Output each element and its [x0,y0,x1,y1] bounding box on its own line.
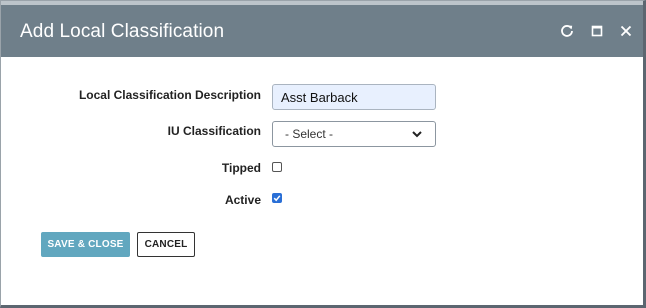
maximize-icon[interactable] [588,22,606,40]
active-checkbox[interactable] [272,193,282,203]
dialog-titlebar: Add Local Classification [1,1,643,57]
description-input[interactable] [272,84,436,110]
tipped-checkbox[interactable] [272,162,282,172]
cancel-button[interactable]: CANCEL [137,232,195,257]
iu-classification-label: IU Classification [167,124,261,138]
chevron-down-icon [412,131,422,138]
save-close-button[interactable]: SAVE & CLOSE [41,232,130,257]
iu-classification-select[interactable]: - Select - [272,121,436,147]
add-local-classification-dialog: Add Local Classification Local Classific… [0,0,646,308]
active-label: Active [224,193,261,207]
iu-classification-selected: - Select - [285,127,334,141]
tipped-label: Tipped [221,161,261,175]
checkmark-icon [273,195,281,202]
description-label: Local Classification Description [78,88,261,102]
refresh-icon[interactable] [558,22,576,40]
close-icon[interactable] [617,22,635,40]
dialog-title: Add Local Classification [20,21,225,42]
